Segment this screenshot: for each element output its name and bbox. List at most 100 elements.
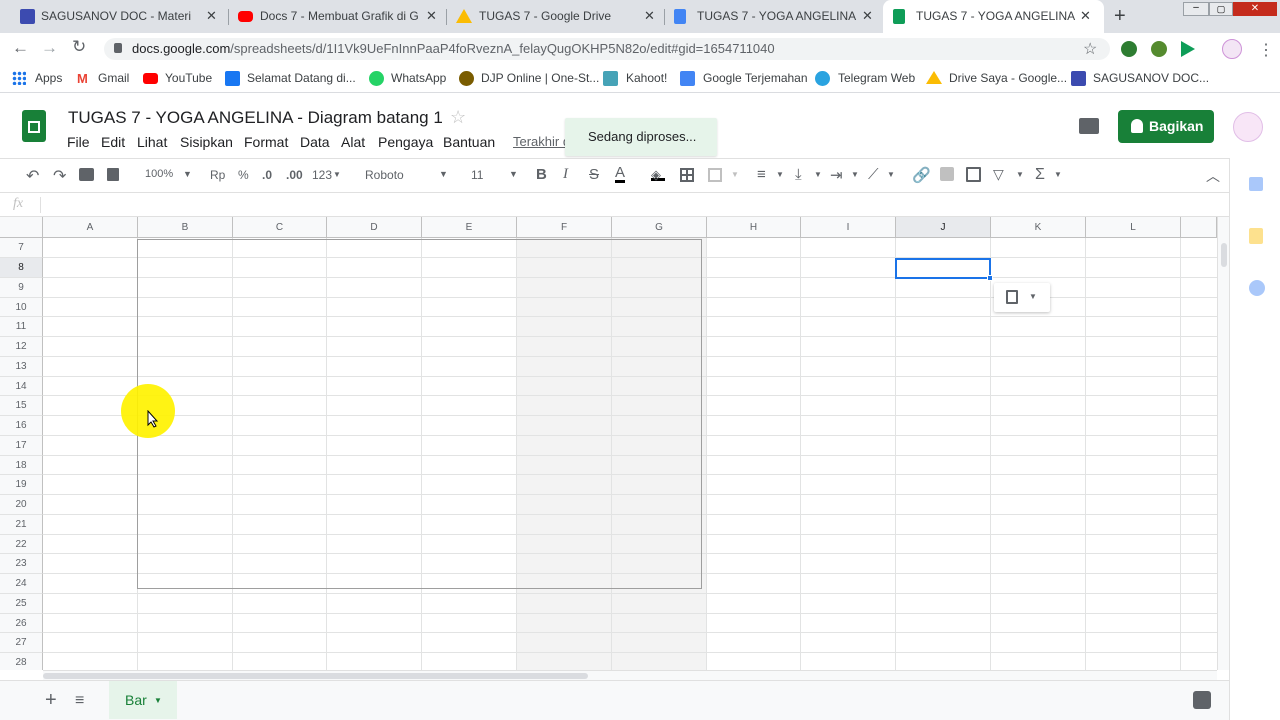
merge-cells-icon[interactable]: [708, 168, 722, 182]
calendar-icon[interactable]: [1249, 177, 1263, 191]
increase-decimal-button[interactable]: .00: [286, 168, 303, 182]
bookmark-whatsapp[interactable]: WhatsApp: [391, 71, 446, 85]
maximize-icon[interactable]: ▢: [1209, 2, 1233, 16]
fill-handle[interactable]: [987, 275, 993, 281]
play-extension-icon[interactable]: [1181, 41, 1195, 57]
insert-comment-icon[interactable]: [940, 167, 954, 181]
chevron-down-icon[interactable]: ▼: [776, 170, 784, 179]
close-icon[interactable]: ✕: [426, 8, 437, 24]
text-rotation-icon[interactable]: ⟋: [868, 166, 879, 183]
print-icon[interactable]: [79, 168, 94, 181]
share-button[interactable]: Bagikan: [1118, 110, 1214, 143]
italic-icon[interactable]: I: [563, 166, 568, 183]
sheets-logo-icon[interactable]: [22, 110, 46, 142]
font-select[interactable]: Roboto: [365, 168, 404, 182]
close-icon[interactable]: ✕: [206, 8, 217, 24]
column-header-c[interactable]: C: [233, 217, 327, 238]
bookmark-apps[interactable]: Apps: [35, 71, 62, 85]
column-header-i[interactable]: I: [801, 217, 896, 238]
row-header-7[interactable]: 7: [0, 238, 43, 258]
column-header-l[interactable]: L: [1086, 217, 1181, 238]
address-bar[interactable]: docs.google.com/spreadsheets/d/1I1Vk9UeF…: [104, 38, 1110, 60]
chevron-down-icon[interactable]: ▼: [509, 169, 518, 179]
sheet-tab-bar[interactable]: Bar ▼: [109, 681, 177, 719]
close-icon[interactable]: ✕: [862, 8, 873, 24]
row-header-23[interactable]: 23: [0, 554, 43, 574]
bookmark-sagusanov[interactable]: SAGUSANOV DOC...: [1093, 71, 1209, 85]
apps-grid-icon[interactable]: [12, 71, 26, 85]
corner-cell[interactable]: [0, 217, 43, 238]
row-header-17[interactable]: 17: [0, 436, 43, 456]
explore-icon[interactable]: [1193, 691, 1211, 709]
reload-icon[interactable]: ↻: [72, 37, 86, 57]
bookmark-star-icon[interactable]: ☆: [1083, 39, 1097, 59]
menu-insert[interactable]: Sisipkan: [180, 134, 233, 150]
row-header-12[interactable]: 12: [0, 337, 43, 357]
bookmark-gmail[interactable]: Gmail: [98, 71, 129, 85]
percent-button[interactable]: %: [238, 168, 249, 182]
menu-addons[interactable]: Pengaya: [378, 134, 433, 150]
functions-icon[interactable]: Σ: [1035, 166, 1045, 184]
chevron-down-icon[interactable]: ▼: [439, 169, 448, 179]
back-icon[interactable]: ←: [12, 38, 29, 58]
column-header-k[interactable]: K: [991, 217, 1086, 238]
column-header-e[interactable]: E: [422, 217, 517, 238]
row-header-8[interactable]: 8: [0, 258, 43, 278]
menu-file[interactable]: File: [67, 134, 90, 150]
minimize-icon[interactable]: –: [1183, 2, 1209, 16]
row-header-22[interactable]: 22: [0, 535, 43, 554]
extension-icon[interactable]: [1121, 41, 1137, 57]
column-header-d[interactable]: D: [327, 217, 422, 238]
menu-edit[interactable]: Edit: [101, 134, 125, 150]
filter-icon[interactable]: ▽: [993, 166, 1004, 183]
horizontal-scrollbar[interactable]: [43, 670, 1217, 680]
forward-icon[interactable]: →: [41, 38, 58, 58]
browser-tab[interactable]: Docs 7 - Membuat Grafik di Goo ✕: [228, 0, 446, 33]
chevron-down-icon[interactable]: ▼: [333, 170, 341, 179]
chevron-down-icon[interactable]: ▼: [731, 170, 739, 179]
bookmark-facebook[interactable]: Selamat Datang di...: [247, 71, 356, 85]
bookmark-drive[interactable]: Drive Saya - Google...: [949, 71, 1067, 85]
browser-tab-active[interactable]: TUGAS 7 - YOGA ANGELINA - D ✕: [883, 0, 1104, 33]
bookmark-kahoot[interactable]: Kahoot!: [626, 71, 667, 85]
column-header-h[interactable]: H: [707, 217, 801, 238]
row-header-25[interactable]: 25: [0, 594, 43, 614]
add-sheet-icon[interactable]: +: [45, 689, 57, 712]
undo-icon[interactable]: ↶: [26, 166, 39, 186]
comments-icon[interactable]: [1079, 118, 1099, 134]
row-header-20[interactable]: 20: [0, 495, 43, 515]
bookmark-telegram[interactable]: Telegram Web: [838, 71, 915, 85]
chevron-down-icon[interactable]: ▼: [1054, 170, 1062, 179]
menu-tools[interactable]: Alat: [341, 134, 365, 150]
chevron-down-icon[interactable]: ▼: [814, 170, 822, 179]
chevron-down-icon[interactable]: ▼: [851, 170, 859, 179]
tasks-icon[interactable]: [1249, 280, 1265, 296]
menu-data[interactable]: Data: [300, 134, 330, 150]
column-header-b[interactable]: B: [138, 217, 233, 238]
vertical-scrollbar[interactable]: [1217, 217, 1229, 670]
currency-button[interactable]: Rp: [210, 168, 225, 182]
paste-options-button[interactable]: ▼: [994, 283, 1050, 312]
text-wrap-icon[interactable]: ⇥: [830, 166, 843, 184]
row-header-10[interactable]: 10: [0, 298, 43, 317]
chevron-down-icon[interactable]: ▼: [887, 170, 895, 179]
extension-icon[interactable]: [1151, 41, 1167, 57]
column-header-f[interactable]: F: [517, 217, 612, 238]
row-header-9[interactable]: 9: [0, 278, 43, 298]
horizontal-scroll-thumb[interactable]: [43, 673, 588, 679]
close-icon[interactable]: ✕: [1080, 8, 1091, 24]
row-header-16[interactable]: 16: [0, 416, 43, 436]
keep-icon[interactable]: [1249, 228, 1263, 244]
close-icon[interactable]: ✕: [644, 8, 655, 24]
browser-tab[interactable]: SAGUSANOV DOC - Materi 7 ✕: [0, 0, 228, 33]
row-header-11[interactable]: 11: [0, 317, 43, 337]
menu-format[interactable]: Format: [244, 134, 288, 150]
row-header-15[interactable]: 15: [0, 396, 43, 416]
selected-cell[interactable]: [895, 258, 991, 279]
column-header-j[interactable]: J: [896, 217, 991, 238]
chevron-down-icon[interactable]: ▼: [183, 169, 192, 179]
hide-menus-icon[interactable]: ︿: [1206, 166, 1220, 186]
bookmark-djp[interactable]: DJP Online | One-St...: [481, 71, 599, 85]
row-header-26[interactable]: 26: [0, 614, 43, 633]
font-size-select[interactable]: 11: [471, 168, 483, 182]
